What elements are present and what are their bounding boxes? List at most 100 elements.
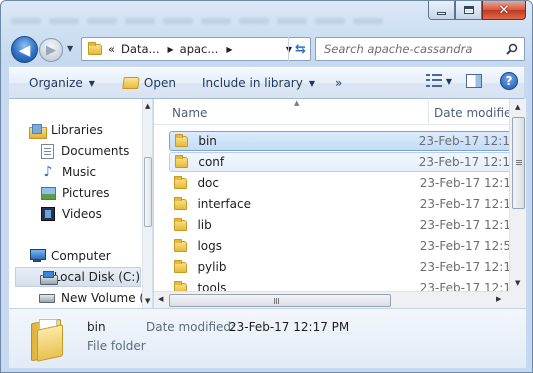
preview-pane-icon[interactable] xyxy=(466,74,482,88)
search-icon[interactable] xyxy=(506,43,518,55)
details-modified-label: Date modified: xyxy=(146,320,236,334)
chevron-right-icon[interactable]: ▶ xyxy=(167,45,173,54)
details-pane: bin File folder Date modified: 23-Feb-17… xyxy=(9,308,526,368)
back-arrow-icon: ◀ xyxy=(18,40,31,59)
breadcrumb-overflow[interactable]: « xyxy=(108,42,115,56)
search-input[interactable] xyxy=(324,42,504,56)
sidebar-item-label: Computer xyxy=(51,249,111,263)
scrollbar-corner xyxy=(509,291,526,308)
sidebar-item-documents[interactable]: Documents xyxy=(41,141,129,161)
include-in-library-button[interactable]: Include in library ▼ xyxy=(194,70,323,96)
scroll-up-icon[interactable]: ▲ xyxy=(515,103,520,111)
sort-ascending-icon: ▲ xyxy=(294,99,300,107)
folder-thumbnail-icon xyxy=(31,317,65,362)
column-name-header[interactable]: Name xyxy=(172,106,207,120)
libraries-icon xyxy=(29,123,47,139)
breadcrumb-item[interactable]: apac... xyxy=(180,42,219,56)
open-button[interactable]: Open xyxy=(115,70,184,96)
file-row[interactable]: logs 23-Feb-17 12:5 xyxy=(169,236,511,256)
details-item-name: bin xyxy=(87,320,106,334)
file-row[interactable]: conf 23-Feb-17 12:1 xyxy=(169,152,511,172)
drive-icon xyxy=(39,293,55,303)
sidebar-item-local-disk[interactable]: Local Disk (C:) xyxy=(15,267,141,287)
scroll-up-icon[interactable]: ▲ xyxy=(145,102,150,110)
maximize-button[interactable] xyxy=(455,1,482,20)
views-icon[interactable] xyxy=(425,74,442,88)
toolbar-right: ▼ ? xyxy=(425,72,518,90)
sidebar-item-videos[interactable]: Videos xyxy=(41,204,102,224)
pictures-icon xyxy=(41,186,56,200)
file-row[interactable]: bin 23-Feb-17 12:1 xyxy=(169,131,511,151)
computer-icon xyxy=(29,249,46,263)
scroll-down-icon[interactable]: ▼ xyxy=(515,279,520,287)
file-name: logs xyxy=(197,239,222,253)
sidebar-item-new-volume[interactable]: New Volume ( xyxy=(39,288,144,308)
folder-icon xyxy=(175,133,189,147)
sidebar-item-pictures[interactable]: Pictures xyxy=(41,183,110,203)
address-bar[interactable]: « Data... ▶ apac... ▶ ▼ xyxy=(81,37,311,61)
navigation-bar: ◀ ▶ ▼ « Data... ▶ apac... ▶ ▼ ⇆ xyxy=(9,35,525,63)
file-date: 23-Feb-17 12:1 xyxy=(419,260,511,274)
search-box[interactable] xyxy=(315,37,525,61)
file-name: pylib xyxy=(197,260,227,274)
sidebar-item-label: Music xyxy=(62,165,97,179)
blurred-background-menu xyxy=(11,13,421,29)
scrollbar-thumb[interactable] xyxy=(144,157,152,227)
forward-button[interactable]: ▶ xyxy=(39,38,63,62)
file-name: interface xyxy=(197,197,251,211)
more-commands-button[interactable]: » xyxy=(327,70,350,96)
sidebar-item-label: Libraries xyxy=(51,123,103,137)
maximize-icon xyxy=(463,6,474,14)
sidebar-item-label: New Volume ( xyxy=(61,291,145,305)
minimize-button[interactable] xyxy=(428,1,455,20)
back-button[interactable]: ◀ xyxy=(11,36,38,63)
folder-icon xyxy=(174,238,188,252)
file-date: 23-Feb-17 12:1 xyxy=(418,134,510,148)
column-date-header[interactable]: Date modified xyxy=(434,106,519,120)
close-icon: ✕ xyxy=(498,2,510,18)
command-bar: Organize ▼ Open Include in library ▼ » ▼… xyxy=(9,67,524,99)
column-divider[interactable] xyxy=(428,101,429,123)
refresh-button[interactable]: ⇆ xyxy=(288,37,312,61)
file-row[interactable]: doc 23-Feb-17 12:1 xyxy=(169,173,511,193)
file-date: 23-Feb-17 12:5 xyxy=(419,239,511,253)
sidebar-item-label: Pictures xyxy=(62,186,110,200)
open-folder-icon xyxy=(122,77,140,89)
recent-pages-dropdown[interactable]: ▼ xyxy=(67,44,77,54)
file-row[interactable]: pylib 23-Feb-17 12:1 xyxy=(169,257,511,277)
scroll-down-icon[interactable]: ▼ xyxy=(145,297,150,305)
scroll-right-icon[interactable]: ▶ xyxy=(496,295,501,303)
more-commands-label: » xyxy=(335,76,343,90)
file-row[interactable]: lib 23-Feb-17 12:1 xyxy=(169,215,511,235)
help-icon[interactable]: ? xyxy=(500,72,518,90)
chevron-down-icon: ▼ xyxy=(308,78,315,88)
details-item-type: File folder xyxy=(87,339,146,353)
close-button[interactable]: ✕ xyxy=(482,1,526,20)
sidebar-item-computer[interactable]: Computer xyxy=(29,246,111,266)
scrollbar-thumb[interactable] xyxy=(169,294,391,307)
folder-icon xyxy=(174,217,188,231)
breadcrumb-item[interactable]: Data... xyxy=(121,42,159,56)
minimize-icon xyxy=(437,11,446,15)
explorer-window: ✕ ◀ ▶ ▼ « Data... ▶ apac... ▶ ▼ ⇆ Search… xyxy=(0,0,533,373)
forward-arrow-icon: ▶ xyxy=(46,42,56,58)
horizontal-scrollbar[interactable]: ◀ ▶ xyxy=(154,291,509,308)
sidebar-item-label: Videos xyxy=(62,207,102,221)
file-date: 23-Feb-17 12:1 xyxy=(419,218,511,232)
chevron-right-icon[interactable]: ▶ xyxy=(226,45,232,54)
organize-label: Organize xyxy=(29,76,83,90)
scroll-left-icon[interactable]: ◀ xyxy=(158,295,163,303)
navigation-scrollbar[interactable]: ▲ ▼ xyxy=(142,99,152,308)
sidebar-item-music[interactable]: ♪ Music xyxy=(41,162,97,182)
file-row[interactable]: interface 23-Feb-17 12:1 xyxy=(169,194,511,214)
vertical-scrollbar[interactable]: ▲ ▼ xyxy=(509,99,526,291)
file-name: bin xyxy=(198,134,217,148)
views-dropdown-icon[interactable]: ▼ xyxy=(446,77,452,86)
caption-buttons: ✕ xyxy=(428,1,526,20)
organize-button[interactable]: Organize ▼ xyxy=(21,70,103,96)
include-in-library-label: Include in library xyxy=(201,76,303,90)
scrollbar-thumb[interactable] xyxy=(512,117,525,209)
sidebar-item-libraries[interactable]: Libraries xyxy=(29,120,103,140)
details-modified-value: 23-Feb-17 12:17 PM xyxy=(229,320,350,334)
local-disk-icon xyxy=(40,271,58,285)
